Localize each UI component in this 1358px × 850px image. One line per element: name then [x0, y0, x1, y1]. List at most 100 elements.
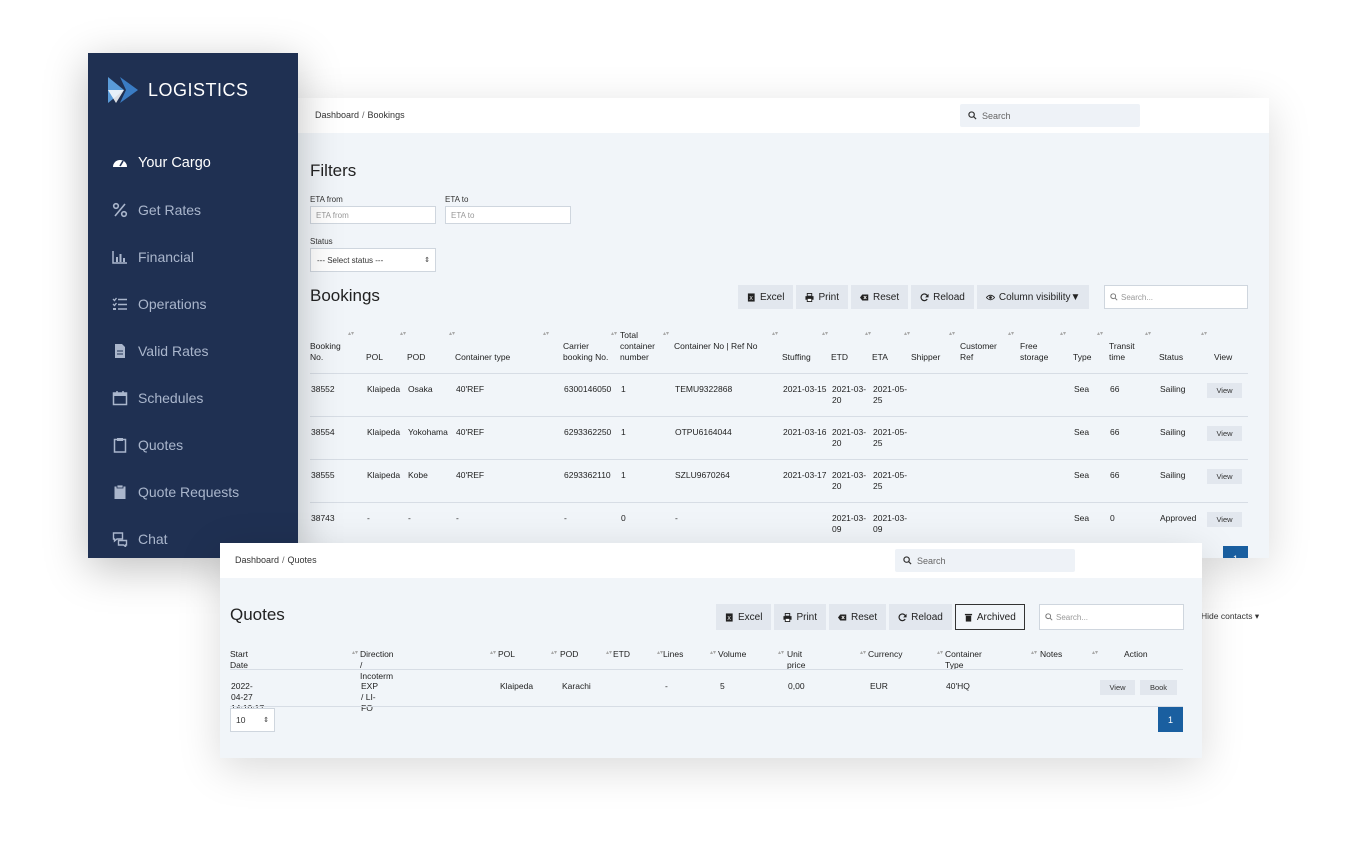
column-visibility-button[interactable]: Column visibility▼ [976, 285, 1090, 309]
sidebar-item-label: Quote Requests [138, 483, 240, 500]
table-cell-etd: 2021-03-09 [832, 513, 867, 534]
column-header[interactable]: Container type [455, 352, 545, 363]
column-header[interactable]: ETA [872, 352, 906, 363]
table-cell-booking-no: 38743 [311, 513, 335, 523]
eta-from-input[interactable]: ETA from [310, 206, 436, 224]
backspace-icon [838, 614, 847, 620]
excel-button[interactable]: X Excel [716, 604, 772, 630]
global-search-input[interactable]: Search [960, 104, 1140, 127]
bookings-table-search-input[interactable]: Search... [1104, 285, 1248, 309]
global-search-input[interactable]: Search [895, 549, 1075, 572]
sidebar-item-your-cargo[interactable]: Your Cargo [112, 139, 239, 186]
column-header[interactable]: POL [366, 352, 402, 363]
eta-to-input[interactable]: ETA to [445, 206, 571, 224]
table-cell-etd: 2021-03-20 [832, 384, 867, 405]
column-header[interactable]: POD [560, 649, 578, 660]
column-header[interactable]: Direction / Incoterm [360, 649, 394, 682]
eye-icon [985, 294, 995, 300]
bookings-page-1-button[interactable]: 1 [1223, 546, 1248, 558]
sidebar-item-financial[interactable]: Financial [112, 233, 239, 280]
column-header[interactable]: Unit price [787, 649, 805, 671]
column-header[interactable]: Start Date [230, 649, 248, 671]
column-header[interactable]: Container No | Ref No [674, 341, 774, 352]
table-cell-transit: 0 [1110, 513, 1115, 523]
column-header[interactable]: POL [498, 649, 515, 660]
view-button[interactable]: View [1207, 426, 1242, 441]
status-select[interactable]: --- Select status --- ⇕ [310, 248, 436, 272]
column-header[interactable]: Currency [868, 649, 902, 660]
breadcrumb-dashboard[interactable]: Dashboard [235, 555, 279, 565]
sort-arrows-icon: ▴▾ [778, 650, 785, 656]
print-button[interactable]: Print [796, 285, 849, 309]
excel-button[interactable]: X Excel [738, 285, 794, 309]
view-button[interactable]: View [1207, 512, 1242, 527]
print-button[interactable]: Print [774, 604, 827, 630]
column-header[interactable]: Container Type [945, 649, 982, 671]
table-cell-unit-price: 0,00 [788, 681, 805, 691]
column-header[interactable]: Lines [663, 649, 683, 660]
table-cell-status: Approved [1160, 513, 1197, 523]
sidebar-item-schedules[interactable]: Schedules [112, 374, 239, 421]
column-header[interactable]: Notes [1040, 649, 1062, 660]
archived-label: Archived [976, 611, 1016, 623]
sort-arrows-icon: ▴▾ [822, 331, 829, 337]
page-length-select[interactable]: 10 ⇕ [230, 708, 275, 732]
percent-icon [112, 202, 128, 217]
breadcrumb-separator: / [362, 110, 365, 120]
quotes-table-search-input[interactable]: Search... [1039, 604, 1184, 630]
column-header[interactable]: Type [1073, 352, 1099, 363]
bookings-title: Bookings [310, 286, 380, 305]
column-header[interactable]: Free storage [1020, 341, 1062, 363]
reset-button[interactable]: Reset [829, 604, 887, 630]
view-button[interactable]: View [1100, 680, 1135, 695]
table-cell-eta: 2021-05-25 [873, 470, 908, 491]
brand-logo[interactable]: LOGISTICS [106, 75, 249, 105]
column-header[interactable]: Volume [718, 649, 746, 660]
column-header[interactable]: View [1214, 352, 1242, 363]
column-header[interactable]: Booking No. [310, 341, 350, 363]
chat-icon [112, 531, 128, 547]
book-button[interactable]: Book [1140, 680, 1177, 695]
bookings-panel: Dashboard / Bookings Search Filters ETA fr… [298, 98, 1269, 558]
reload-button[interactable]: Reload [911, 285, 974, 309]
column-header[interactable]: Carrier booking No. [563, 341, 613, 363]
table-cell-carrier-no: 6293362250 [564, 427, 612, 437]
reset-button[interactable]: Reset [851, 285, 909, 309]
column-header[interactable]: Transit time [1109, 341, 1147, 363]
file-icon [115, 343, 125, 358]
table-cell-type: Sea [1074, 513, 1090, 523]
column-header[interactable]: Total container number [620, 330, 665, 363]
view-button[interactable]: View [1207, 383, 1242, 398]
table-cell-status: Sailing [1160, 384, 1186, 394]
table-cell-total: 1 [621, 427, 626, 437]
sidebar-item-operations[interactable]: Operations [112, 280, 239, 327]
column-header[interactable]: ETD [613, 649, 630, 660]
column-header[interactable]: Status [1159, 352, 1203, 363]
column-header[interactable]: Stuffing [782, 352, 824, 363]
column-header[interactable]: Shipper [911, 352, 951, 363]
sort-arrows-icon: ▴▾ [1008, 331, 1015, 337]
table-cell-direction: EXP / LI-FO [361, 681, 378, 713]
archived-button[interactable]: Archived [954, 604, 1025, 630]
column-header[interactable]: Action [1124, 649, 1148, 660]
svg-text:X: X [749, 295, 753, 301]
table-cell-container-no: TEMU9322868 [675, 384, 733, 394]
sidebar-item-valid-rates[interactable]: Valid Rates [112, 327, 239, 374]
hide-contacts-toggle[interactable]: Hide contacts ▾ [1201, 611, 1259, 622]
reload-button[interactable]: Reload [889, 604, 952, 630]
table-cell-type: Sea [1074, 470, 1090, 480]
view-button[interactable]: View [1207, 469, 1242, 484]
sidebar-item-quotes[interactable]: Quotes [112, 421, 239, 468]
table-cell-transit: 66 [1110, 470, 1120, 480]
brand-name: LOGISTICS [148, 79, 249, 100]
breadcrumb-dashboard[interactable]: Dashboard [315, 110, 359, 120]
column-header[interactable]: Customer Ref [960, 341, 1010, 363]
sidebar-item-get-rates[interactable]: Get Rates [112, 186, 239, 233]
table-cell-pol: Klaipeda [367, 384, 401, 394]
sidebar-item-quote-requests[interactable]: Quote Requests [112, 468, 239, 515]
sort-arrows-icon: ▴▾ [1092, 650, 1099, 656]
table-row-divider [310, 416, 1248, 417]
quotes-page-1-button[interactable]: 1 [1158, 707, 1183, 732]
column-header[interactable]: ETD [831, 352, 867, 363]
column-header[interactable]: POD [407, 352, 451, 363]
